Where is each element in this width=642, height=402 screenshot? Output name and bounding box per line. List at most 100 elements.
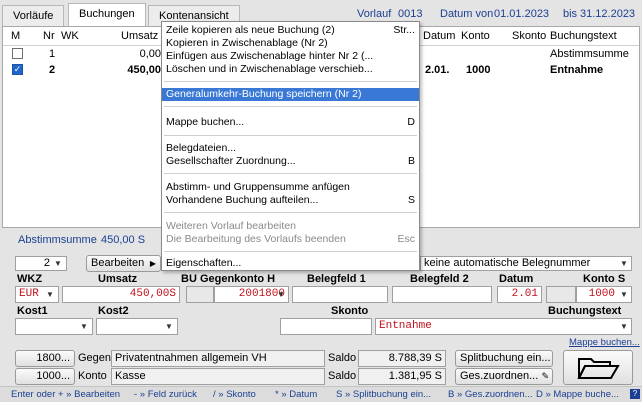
kost1-label: Kost1 — [17, 305, 48, 317]
splitbuchung-button[interactable]: Splitbuchung ein... — [455, 350, 553, 367]
belegfeld2-label: Belegfeld 2 — [410, 273, 469, 285]
tab-buchungen[interactable]: Buchungen — [68, 3, 146, 27]
konto-lookup-button[interactable]: 1000... — [15, 368, 75, 385]
status-hint-mappe: D » Mappe buche... — [536, 389, 619, 400]
buchungstext-value: Entnahme — [379, 320, 432, 332]
tab-vorlaeufe[interactable]: Vorläufe — [2, 5, 65, 26]
umsatz-value: 450,00S — [129, 288, 176, 300]
kost2-label: Kost2 — [98, 305, 129, 317]
count-value: 2 — [43, 257, 50, 269]
belegfeld2-field[interactable] — [392, 286, 492, 303]
chevron-down-icon[interactable]: ▼ — [163, 320, 175, 333]
edit-icon: ✎ — [541, 371, 549, 381]
menu-item-gesellschafter[interactable]: Gesellschafter Zuordnung... B — [162, 155, 419, 168]
gegenkonto-name-field: Privatentnahmen allgemein VH — [111, 350, 325, 367]
row-buchungstext: Entnahme — [550, 64, 604, 76]
menu-separator — [164, 135, 417, 136]
col-header-datum[interactable]: Datum — [423, 30, 455, 44]
row-umsatz: 450,00 — [127, 64, 161, 76]
chevron-down-icon[interactable]: ▼ — [275, 288, 287, 301]
col-header-umsatz[interactable]: Umsatz — [121, 30, 158, 44]
menu-item-weiteren-vorlauf[interactable]: Weiteren Vorlauf bearbeiten — [162, 220, 419, 233]
menu-separator — [164, 106, 417, 107]
gegen-saldo-value: 8.788,39 S — [388, 352, 442, 364]
menu-item-copy-clipboard[interactable]: Kopieren in Zwischenablage (Nr 2) — [162, 37, 419, 50]
datum-bis-value: 31.12.2023 — [580, 8, 636, 20]
menu-item-aufteilen[interactable]: Vorhandene Buchung aufteilen... S — [162, 194, 419, 207]
belegnummer-select[interactable]: keine automatische Belegnummer — [420, 256, 632, 271]
row-checkbox[interactable] — [12, 48, 23, 59]
belegnummer-value: keine automatische Belegnummer — [424, 257, 591, 269]
chevron-down-icon[interactable]: ▼ — [618, 257, 630, 270]
bearbeiten-label: Bearbeiten — [91, 257, 145, 269]
datum-field[interactable]: 2.01 — [497, 286, 542, 303]
status-hint-split: S » Splitbuchung ein... — [336, 389, 432, 400]
gegenkonto-lookup-button[interactable]: 1800... — [15, 350, 75, 367]
col-header-buchungstext[interactable]: Buchungstext — [550, 30, 617, 44]
belegfeld1-field[interactable] — [292, 286, 388, 303]
skonto-label: Skonto — [331, 305, 369, 317]
menu-item-bearbeitung-beenden[interactable]: Die Bearbeitung des Vorlaufs beenden Esc — [162, 233, 419, 246]
context-menu: Zeile kopieren als neue Buchung (2) Str..… — [161, 21, 420, 271]
col-header-m[interactable]: M — [11, 30, 20, 44]
status-hint-skonto: / » Skonto — [213, 389, 256, 400]
save-booking-button[interactable] — [563, 350, 633, 385]
konto-saldo-label: Saldo — [328, 370, 357, 382]
splitbuchung-label: Splitbuchung ein... — [460, 352, 551, 364]
menu-item-belegdateien[interactable]: Belegdateien... — [162, 142, 419, 155]
gegen-label: Gegen — [78, 352, 112, 364]
abstimmsumme-value: 450,00 S — [101, 234, 146, 246]
konto-name: Kasse — [115, 370, 146, 382]
ges-zuordnen-button[interactable]: Ges.zuordnen... ✎ — [455, 368, 553, 385]
konto-line-label: Konto — [78, 370, 107, 382]
menu-item-abstimmsumme[interactable]: Abstimm- und Gruppensumme anfügen — [162, 181, 419, 194]
menu-item-copy-as-new[interactable]: Zeile kopieren als neue Buchung (2) Str..… — [162, 24, 419, 37]
col-header-wk[interactable]: WK — [61, 30, 79, 44]
skonto-field[interactable] — [280, 318, 372, 335]
row-buchungstext: Abstimmsumme — [550, 48, 629, 60]
konto-name-field: Kasse — [111, 368, 325, 385]
datum-von-value: 01.01.2023 — [494, 8, 550, 20]
konto-number: 1000... — [36, 370, 70, 382]
datum-label: Datum — [499, 273, 534, 285]
menu-separator — [164, 173, 417, 174]
umsatz-field[interactable]: 450,00S — [62, 286, 180, 303]
col-header-skonto[interactable]: Skonto — [512, 30, 546, 44]
buchungstext-label: Buchungstext — [548, 305, 622, 317]
help-icon[interactable]: ? — [630, 389, 640, 399]
col-header-nr[interactable]: Nr — [43, 30, 55, 44]
chevron-down-icon[interactable]: ▼ — [618, 320, 630, 333]
vorlauf-number: 0013 — [398, 8, 423, 20]
wkz-label: WKZ — [17, 273, 43, 285]
gegen-saldo-label: Saldo — [328, 352, 357, 364]
chevron-down-icon[interactable]: ▼ — [44, 288, 56, 301]
konto-saldo-value: 1.381,95 S — [388, 370, 442, 382]
konto-value: 1000 — [588, 288, 615, 300]
vorlauf-label: Vorlauf — [357, 8, 392, 20]
chevron-right-icon: ▶ — [149, 259, 156, 268]
buchungstext-field[interactable]: Entnahme — [375, 318, 632, 335]
menu-item-mappe-buchen[interactable]: Mappe buchen... D — [162, 116, 419, 129]
menu-item-paste-clipboard[interactable]: Einfügen aus Zwischenablage hinter Nr 2 … — [162, 50, 419, 63]
belegfeld1-label: Belegfeld 1 — [307, 273, 366, 285]
chevron-down-icon[interactable]: ▼ — [618, 288, 630, 301]
status-hint-enter: Enter oder + » Bearbeiten — [11, 389, 121, 400]
row-checkbox-checked[interactable]: ✓ — [12, 64, 23, 75]
col-header-konto[interactable]: Konto — [461, 30, 490, 44]
umsatz-label: Umsatz — [98, 273, 138, 285]
gegenkonto-name: Privatentnahmen allgemein VH — [115, 352, 267, 364]
wkz-value: EUR — [19, 288, 39, 300]
mappe-buchen-link[interactable]: Mappe buchen... — [569, 337, 640, 348]
menu-item-generalumkehr[interactable]: Generalumkehr-Buchung speichern (Nr 2) — [162, 88, 419, 101]
row-umsatz: 0,00 — [139, 48, 161, 60]
bearbeiten-button[interactable]: Bearbeiten ▶ — [86, 255, 161, 272]
menu-separator — [164, 251, 417, 252]
menu-item-cut-clipboard[interactable]: Löschen und in Zwischenablage verschieb.… — [162, 63, 419, 76]
menu-item-eigenschaften[interactable]: Eigenschaften... — [162, 257, 419, 270]
datum-value: 2.01 — [511, 288, 538, 300]
status-hint-datum: * » Datum — [275, 389, 318, 400]
bu-schluessel-field[interactable] — [186, 286, 214, 303]
chevron-down-icon[interactable]: ▼ — [78, 320, 90, 333]
chevron-down-icon[interactable]: ▼ — [52, 257, 64, 270]
konto-bu-field[interactable] — [546, 286, 576, 303]
